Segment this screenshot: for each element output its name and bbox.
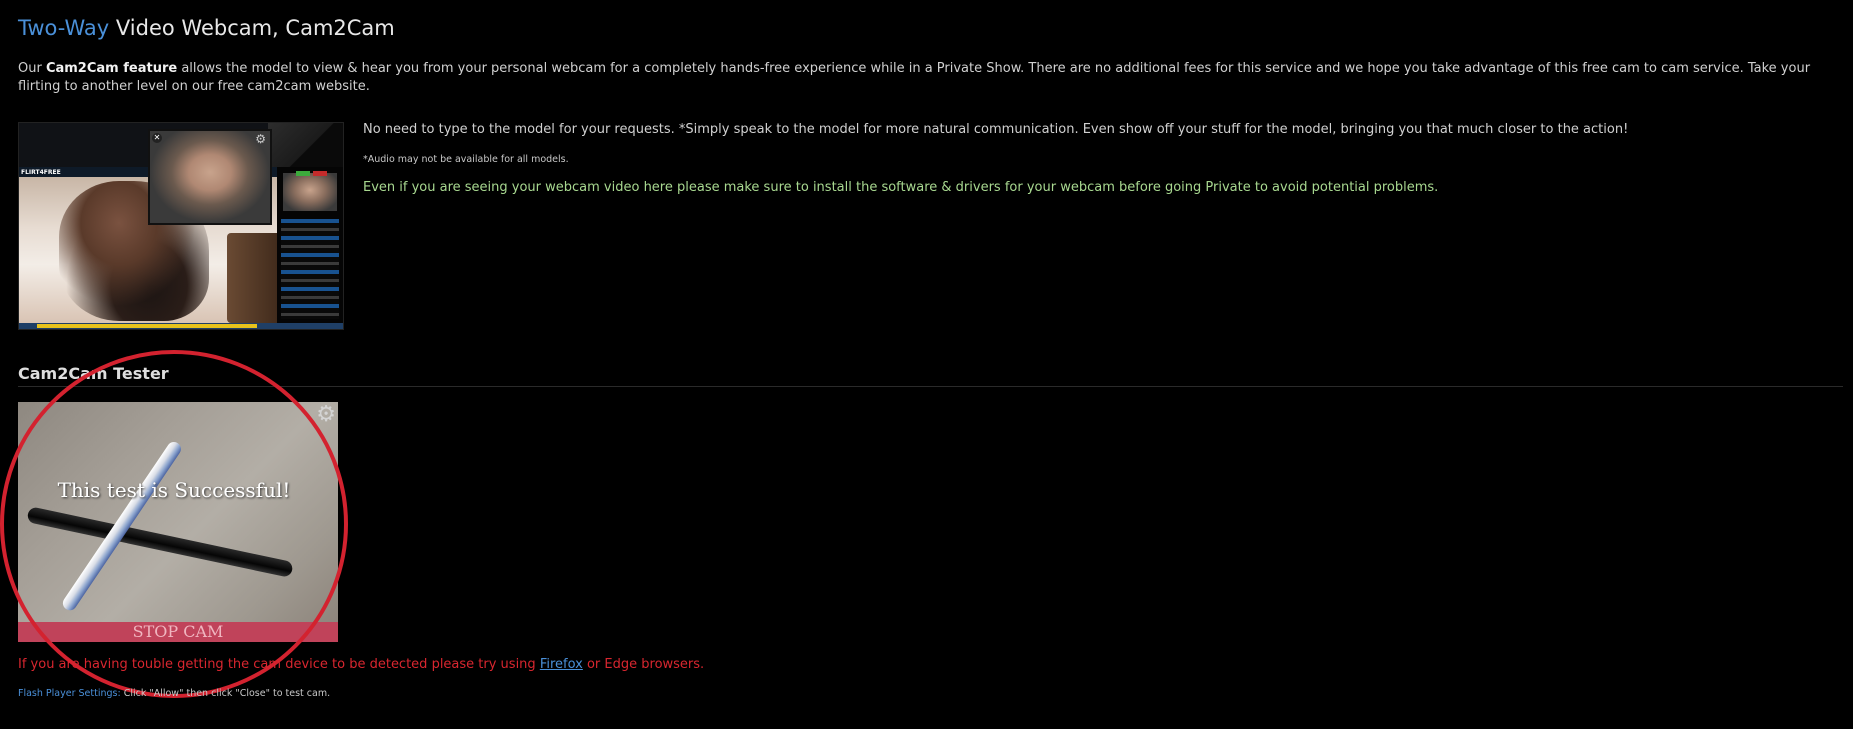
section-divider xyxy=(18,386,1843,387)
title-rest: Video Webcam, Cam2Cam xyxy=(109,16,395,40)
driver-tip: Even if you are seeing your webcam video… xyxy=(363,180,1439,195)
settings-gear-icon[interactable]: ⚙ xyxy=(316,404,336,426)
preview-footer xyxy=(19,323,343,329)
flash-settings-note: Flash Player Settings: Click "Allow" the… xyxy=(18,688,330,699)
firefox-link[interactable]: Firefox xyxy=(540,657,583,672)
preview-selfcam: ✕ ⚙ xyxy=(148,129,272,225)
warning-prefix: If you are having touble getting the cam… xyxy=(18,657,540,672)
preview-brand-logo: FLIRT4FREE xyxy=(21,169,61,176)
preview-sidepanel xyxy=(277,167,343,329)
intro-prefix: Our xyxy=(18,61,46,76)
tester-section-title: Cam2Cam Tester xyxy=(18,364,169,383)
page-title: Two-Way Video Webcam, Cam2Cam xyxy=(18,16,395,40)
cam-tester-video: ⚙ This test is Successful! STOP CAM xyxy=(18,402,338,642)
title-accent: Two-Way xyxy=(18,16,110,40)
warning-suffix: or Edge browsers. xyxy=(582,657,705,672)
browser-warning: If you are having touble getting the cam… xyxy=(18,657,704,672)
preview-green-button xyxy=(296,171,310,176)
flash-settings-label: Flash Player Settings: xyxy=(18,688,121,699)
intro-bold: Cam2Cam feature xyxy=(45,61,178,76)
preview-footer-bar xyxy=(37,324,257,328)
stop-cam-button[interactable]: STOP CAM xyxy=(18,622,338,642)
preview-chat-rows xyxy=(281,219,339,319)
cam2cam-preview-image: FLIRT4FREE ✕ ⚙ xyxy=(18,122,344,330)
close-icon: ✕ xyxy=(152,133,162,143)
gear-icon: ⚙ xyxy=(255,132,266,146)
info-line: No need to type to the model for your re… xyxy=(363,122,1629,137)
flash-settings-text: Click "Allow" then click "Close" to test… xyxy=(120,688,331,699)
preview-side-cam xyxy=(283,173,337,211)
test-status-message: This test is Successful! xyxy=(57,478,291,502)
preview-slant xyxy=(268,123,343,173)
black-pen xyxy=(26,506,294,578)
preview-red-button xyxy=(313,171,327,176)
intro-paragraph: Our Cam2Cam feature allows the model to … xyxy=(18,60,1833,96)
audio-note: *Audio may not be available for all mode… xyxy=(363,154,569,165)
intro-suffix: allows the model to view & hear you from… xyxy=(18,61,1811,94)
